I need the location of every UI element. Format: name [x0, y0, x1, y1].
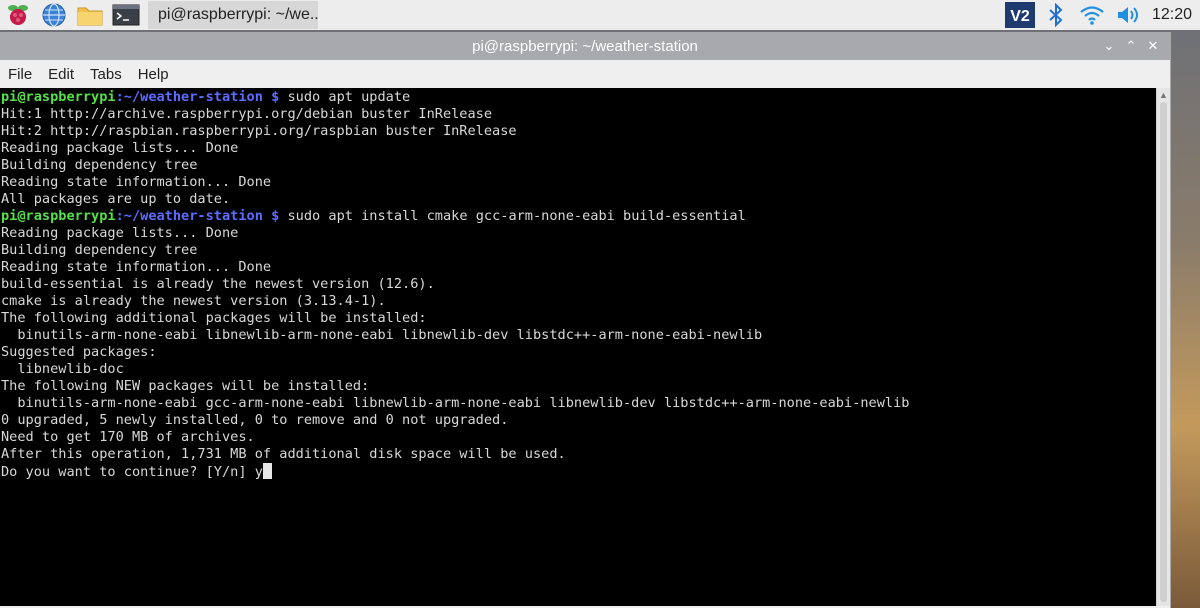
- output-line: The following additional packages will b…: [0, 310, 1156, 327]
- output-text: binutils-arm-none-eabi gcc-arm-none-eabi…: [1, 395, 910, 411]
- output-line: Hit:1 http://archive.raspberrypi.org/deb…: [0, 106, 1156, 123]
- window-controls: ⌄ ⌃ ✕: [1098, 32, 1164, 60]
- menu-edit[interactable]: Edit: [40, 66, 82, 83]
- output-text: Building dependency tree: [1, 157, 198, 173]
- menu-bar: File Edit Tabs Help: [0, 60, 1170, 88]
- output-text: Reading package lists... Done: [1, 140, 239, 156]
- output-line: Suggested packages:: [0, 344, 1156, 361]
- output-line: The following NEW packages will be insta…: [0, 378, 1156, 395]
- folder-icon: [77, 7, 103, 26]
- output-line: Hit:2 http://raspbian.raspberrypi.org/ra…: [0, 123, 1156, 140]
- output-text: Do you want to continue? [Y/n] y: [1, 464, 263, 480]
- file-manager-button[interactable]: [72, 0, 108, 30]
- output-text: Suggested packages:: [1, 344, 157, 360]
- output-line: After this operation, 1,731 MB of additi…: [0, 446, 1156, 463]
- command-text: sudo apt install cmake gcc-arm-none-eabi…: [287, 208, 746, 224]
- output-text: cmake is already the newest version (3.1…: [1, 293, 386, 309]
- prompt-symbol: $: [262, 208, 288, 224]
- output-text: Hit:2 http://raspbian.raspberrypi.org/ra…: [1, 123, 517, 139]
- menu-file[interactable]: File: [0, 66, 40, 83]
- prompt-line: pi@raspberrypi:~/weather-station $ sudo …: [0, 89, 1156, 106]
- minimize-button[interactable]: ⌄: [1098, 38, 1120, 54]
- output-text: The following additional packages will b…: [1, 310, 427, 326]
- output-text: Need to get 170 MB of archives.: [1, 429, 255, 445]
- terminal-launcher-button[interactable]: [108, 0, 144, 30]
- prompt-line: pi@raspberrypi:~/weather-station $ sudo …: [0, 208, 1156, 225]
- output-line: Reading state information... Done: [0, 174, 1156, 191]
- scrollbar-thumb[interactable]: [1160, 102, 1167, 602]
- taskbar-window-label: pi@raspberrypi: ~/we...: [158, 6, 318, 23]
- vnc-icon[interactable]: V2: [1002, 0, 1038, 30]
- output-line: cmake is already the newest version (3.1…: [0, 293, 1156, 310]
- output-line: Reading package lists... Done: [0, 140, 1156, 157]
- volume-icon[interactable]: [1110, 0, 1146, 30]
- output-line: binutils-arm-none-eabi gcc-arm-none-eabi…: [0, 395, 1156, 412]
- output-line: All packages are up to date.: [0, 191, 1156, 208]
- terminal-window: pi@raspberrypi: ~/weather-station ⌄ ⌃ ✕ …: [0, 32, 1171, 608]
- window-title: pi@raspberrypi: ~/weather-station: [472, 37, 698, 55]
- close-button[interactable]: ✕: [1142, 38, 1164, 54]
- text-cursor: [262, 463, 272, 479]
- output-line: Need to get 170 MB of archives.: [0, 429, 1156, 446]
- system-tray: V2 12:20: [1002, 0, 1200, 30]
- scroll-up-arrow-icon[interactable]: ▲: [1157, 88, 1170, 102]
- output-line: Do you want to continue? [Y/n] y: [0, 463, 1156, 480]
- window-titlebar[interactable]: pi@raspberrypi: ~/weather-station ⌄ ⌃ ✕: [0, 32, 1170, 60]
- output-text: Reading state information... Done: [1, 259, 272, 275]
- output-line: 0 upgraded, 5 newly installed, 0 to remo…: [0, 412, 1156, 429]
- output-line: Building dependency tree: [0, 157, 1156, 174]
- prompt-path: :~/weather-station: [115, 208, 263, 224]
- output-line: binutils-arm-none-eabi libnewlib-arm-non…: [0, 327, 1156, 344]
- vnc-label: V2: [1010, 8, 1030, 25]
- prompt-user-host: pi@raspberrypi: [1, 208, 116, 224]
- output-text: build-essential is already the newest ve…: [1, 276, 435, 292]
- output-text: Reading state information... Done: [1, 174, 272, 190]
- output-line: Reading state information... Done: [0, 259, 1156, 276]
- clock[interactable]: 12:20: [1146, 6, 1200, 24]
- output-text: After this operation, 1,731 MB of additi…: [1, 446, 566, 462]
- raspberry-menu-button[interactable]: [0, 0, 36, 30]
- output-line: Building dependency tree: [0, 242, 1156, 259]
- raspberry-icon: [8, 5, 28, 25]
- output-line: Reading package lists... Done: [0, 225, 1156, 242]
- output-text: Building dependency tree: [1, 242, 198, 258]
- output-text: The following NEW packages will be insta…: [1, 378, 370, 394]
- command-text: sudo apt update: [287, 89, 411, 105]
- terminal-icon: [112, 4, 140, 26]
- wifi-icon[interactable]: [1074, 0, 1110, 30]
- web-browser-button[interactable]: [36, 0, 72, 30]
- taskbar-terminal-window[interactable]: pi@raspberrypi: ~/we...: [148, 1, 318, 29]
- output-line: libnewlib-doc: [0, 361, 1156, 378]
- globe-icon: [42, 3, 66, 27]
- maximize-button[interactable]: ⌃: [1120, 38, 1142, 54]
- terminal-scrollbar[interactable]: ▲: [1156, 88, 1170, 606]
- prompt-path: :~/weather-station: [115, 89, 263, 105]
- top-panel: pi@raspberrypi: ~/we... V2 12:20: [0, 0, 1200, 30]
- menu-tabs[interactable]: Tabs: [82, 66, 130, 83]
- menu-help[interactable]: Help: [130, 66, 177, 83]
- output-text: Hit:1 http://archive.raspberrypi.org/deb…: [1, 106, 493, 122]
- output-text: 0 upgraded, 5 newly installed, 0 to remo…: [1, 412, 509, 428]
- output-text: libnewlib-doc: [1, 361, 124, 377]
- prompt-symbol: $: [262, 89, 288, 105]
- terminal-output[interactable]: pi@raspberrypi:~/weather-station $ sudo …: [0, 88, 1156, 606]
- prompt-user-host: pi@raspberrypi: [1, 89, 116, 105]
- output-text: Reading package lists... Done: [1, 225, 239, 241]
- output-text: All packages are up to date.: [1, 191, 231, 207]
- output-line: build-essential is already the newest ve…: [0, 276, 1156, 293]
- bluetooth-icon[interactable]: [1038, 0, 1074, 30]
- output-text: binutils-arm-none-eabi libnewlib-arm-non…: [1, 327, 763, 343]
